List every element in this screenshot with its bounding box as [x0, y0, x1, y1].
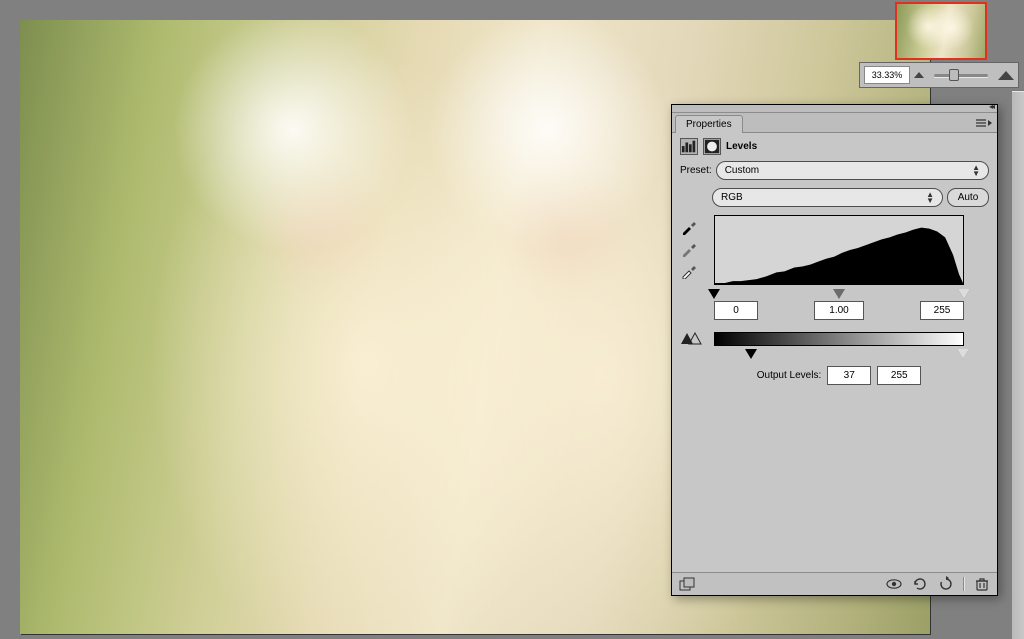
divider [963, 577, 965, 591]
panel-grip[interactable] [672, 105, 997, 113]
channel-select[interactable]: RGB ▲▼ [712, 188, 943, 207]
black-point-eyedropper-icon[interactable] [680, 221, 698, 235]
input-mid-handle[interactable] [833, 289, 845, 299]
gray-point-eyedropper-icon[interactable] [680, 243, 698, 257]
tab-properties[interactable]: Properties [675, 115, 743, 133]
zoom-out-icon[interactable] [914, 72, 924, 78]
input-slider[interactable] [714, 285, 964, 299]
zoom-slider-knob[interactable] [949, 69, 959, 81]
panel-menu-icon[interactable] [975, 116, 993, 130]
previous-state-icon[interactable] [911, 576, 929, 592]
panel-dock-rail [1012, 90, 1024, 639]
input-shadow-field[interactable]: 0 [714, 301, 758, 320]
navigator-zoom-bar: 33.33% [859, 62, 1019, 88]
zoom-in-icon[interactable] [998, 71, 1014, 80]
clip-to-layer-icon[interactable] [678, 576, 696, 592]
output-shadow-handle[interactable] [745, 349, 757, 359]
preset-select[interactable]: Custom ▲▼ [716, 161, 989, 180]
output-gradient [714, 332, 964, 346]
output-highlight-field[interactable]: 255 [877, 366, 921, 385]
output-highlight-handle[interactable] [957, 349, 969, 359]
channel-value: RGB [721, 192, 743, 203]
preset-label: Preset: [680, 165, 712, 176]
properties-panel: Properties Levels Preset: Custom ▲▼ RGB [671, 104, 998, 596]
auto-button[interactable]: Auto [947, 188, 989, 207]
zoom-percent-field[interactable]: 33.33% [864, 66, 910, 84]
input-highlight-handle[interactable] [958, 289, 970, 299]
reset-icon[interactable] [937, 576, 955, 592]
output-shadow-field[interactable]: 37 [827, 366, 871, 385]
navigator-preview [897, 4, 985, 58]
clipping-warning-icon[interactable] [680, 331, 702, 348]
layer-mask-icon[interactable] [703, 138, 721, 155]
zoom-slider[interactable] [934, 74, 988, 77]
input-mid-field[interactable]: 1.00 [814, 301, 864, 320]
histogram [714, 215, 964, 285]
trash-icon[interactable] [973, 576, 991, 592]
white-point-eyedropper-icon[interactable] [680, 265, 698, 279]
output-label: Output Levels: [757, 370, 821, 381]
preset-value: Custom [725, 165, 759, 176]
select-updown-icon: ▲▼ [926, 192, 934, 204]
input-highlight-field[interactable]: 255 [920, 301, 964, 320]
navigator-thumbnail[interactable] [895, 2, 987, 60]
visibility-eye-icon[interactable] [885, 576, 903, 592]
levels-icon [680, 138, 698, 155]
select-updown-icon: ▲▼ [972, 165, 980, 177]
input-shadow-handle[interactable] [708, 289, 720, 299]
adjustment-title: Levels [726, 141, 757, 152]
